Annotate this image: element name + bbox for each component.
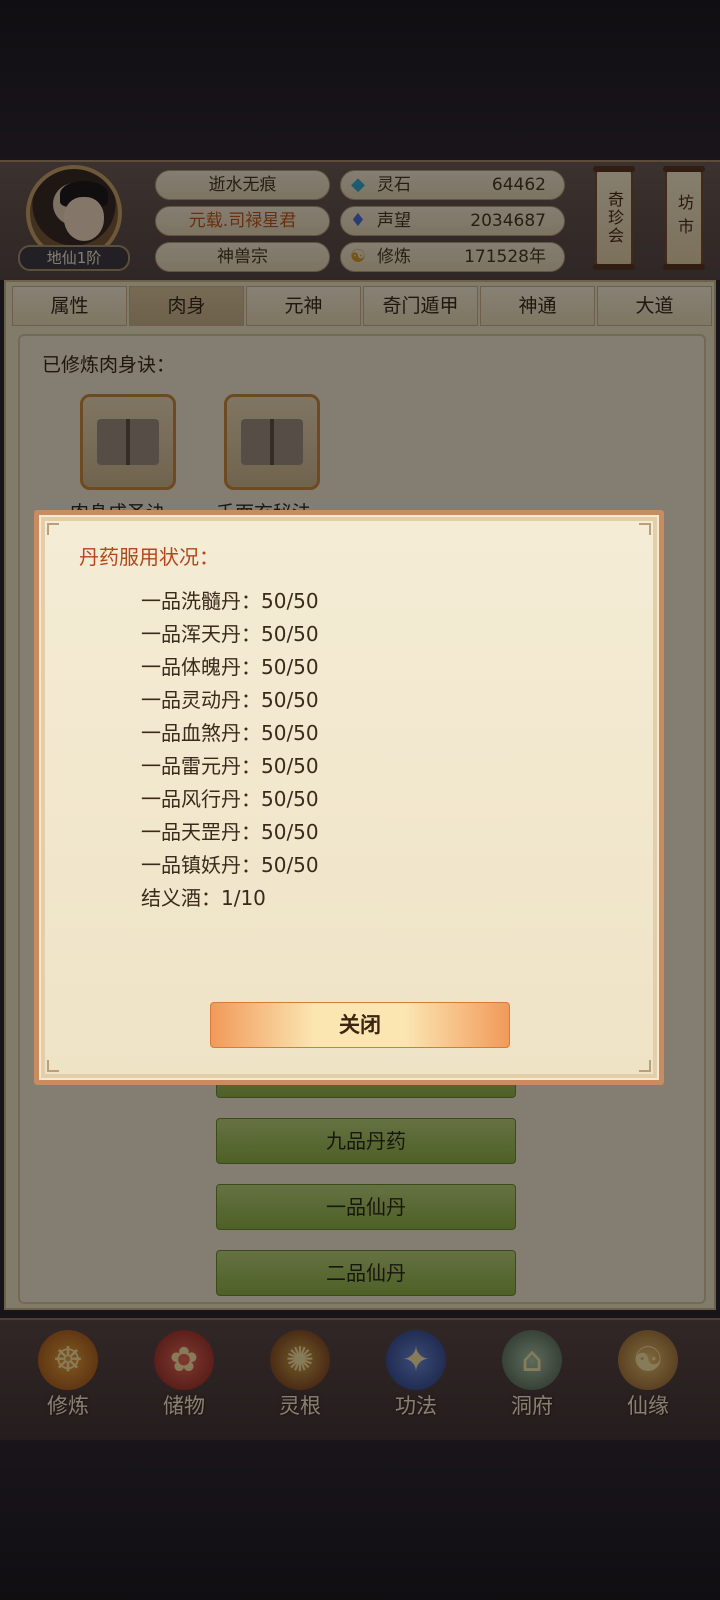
- pill-status-row: 一品体魄丹：50/50: [141, 655, 319, 679]
- pill-status-row: 一品天罡丹：50/50: [141, 820, 319, 844]
- dialog-corner: [47, 1060, 59, 1072]
- pill-status-row: 结义酒：1/10: [141, 886, 266, 910]
- pill-status-row: 一品风行丹：50/50: [141, 787, 319, 811]
- dialog-corner: [639, 1060, 651, 1072]
- pill-status-row: 一品雷元丹：50/50: [141, 754, 319, 778]
- dialog-corner: [639, 523, 651, 535]
- dialog-title: 丹药服用状况：: [79, 545, 219, 569]
- pill-status-row: 一品灵动丹：50/50: [141, 688, 319, 712]
- pill-status-row: 一品镇妖丹：50/50: [141, 853, 319, 877]
- pill-status-row: 一品血煞丹：50/50: [141, 721, 319, 745]
- pill-status-list: 一品洗髓丹：50/50 一品浑天丹：50/50 一品体魄丹：50/50 一品灵动…: [141, 585, 319, 915]
- pill-status-dialog: 丹药服用状况： 一品洗髓丹：50/50 一品浑天丹：50/50 一品体魄丹：50…: [34, 510, 664, 1085]
- close-button[interactable]: 关闭: [210, 1002, 510, 1048]
- pill-status-row: 一品洗髓丹：50/50: [141, 589, 319, 613]
- pill-status-row: 一品浑天丹：50/50: [141, 622, 319, 646]
- dialog-corner: [47, 523, 59, 535]
